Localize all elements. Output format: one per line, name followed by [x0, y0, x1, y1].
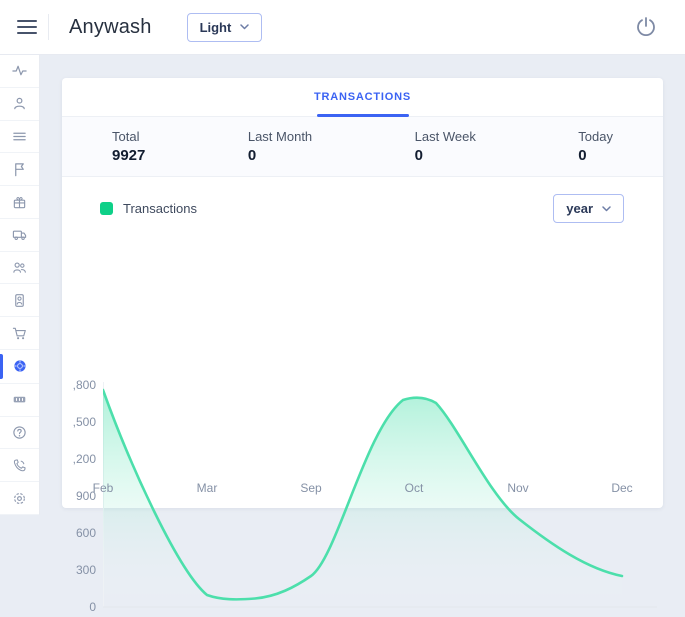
sidebar-item-list[interactable]	[0, 121, 39, 154]
stat-last-week: Last Week 0	[415, 129, 476, 164]
hamburger-menu-icon[interactable]	[17, 16, 37, 38]
x-tick-feb: Feb	[83, 481, 123, 495]
stat-total: Total 9927	[112, 129, 145, 164]
sidebar-item-flag[interactable]	[0, 153, 39, 186]
y-tick-300: 300	[60, 562, 96, 578]
sidebar-item-activity[interactable]	[0, 55, 39, 88]
power-logout-icon[interactable]	[634, 15, 658, 39]
y-tick-1200: ,200	[60, 451, 96, 467]
sidebar-item-truck[interactable]	[0, 219, 39, 252]
area-fill	[103, 390, 622, 607]
app-title: Anywash	[69, 16, 152, 39]
topbar-divider	[48, 14, 49, 40]
stat-last-week-label: Last Week	[415, 129, 476, 144]
stat-last-month: Last Month 0	[248, 129, 312, 164]
list-icon	[12, 129, 27, 144]
phone-call-icon	[12, 458, 27, 473]
stats-row: Total 9927 Last Month 0 Last Week 0 Toda…	[62, 117, 663, 177]
stat-today: Today 0	[578, 129, 613, 164]
tab-active-underline	[317, 114, 409, 117]
help-circle-icon	[12, 425, 27, 440]
user-badge-icon	[12, 293, 27, 308]
stat-last-month-label: Last Month	[248, 129, 312, 144]
stat-last-month-value: 0	[248, 147, 312, 164]
stat-today-label: Today	[578, 129, 613, 144]
activity-icon	[12, 63, 27, 78]
chevron-down-icon	[602, 206, 611, 212]
sidebar	[0, 55, 40, 515]
legend-label: Transactions	[123, 201, 197, 216]
sidebar-item-cart[interactable]	[0, 317, 39, 350]
theme-dropdown-value: Light	[200, 20, 232, 35]
x-tick-sep: Sep	[291, 481, 331, 495]
transactions-panel: TRANSACTIONS Total 9927 Last Month 0 Las…	[62, 78, 663, 508]
tab-transactions[interactable]: TRANSACTIONS	[302, 78, 423, 116]
sidebar-item-help[interactable]	[0, 417, 39, 450]
sidebar-item-user[interactable]	[0, 88, 39, 121]
flag-icon	[12, 162, 27, 177]
stat-total-value: 9927	[112, 147, 145, 164]
chart-header: Transactions year	[62, 177, 663, 223]
transactions-area-chart: ,800 ,500 ,200 900 600 300 0	[62, 231, 663, 501]
legend-swatch-transactions	[100, 202, 113, 215]
user-icon	[12, 96, 27, 111]
gear-icon	[12, 491, 27, 506]
users-group-icon	[12, 260, 27, 275]
stat-total-label: Total	[112, 129, 145, 144]
sidebar-item-users-group[interactable]	[0, 252, 39, 285]
stat-last-week-value: 0	[415, 147, 476, 164]
sidebar-item-user-badge[interactable]	[0, 284, 39, 317]
cash-register-icon	[12, 392, 27, 407]
x-tick-mar: Mar	[187, 481, 227, 495]
range-dropdown[interactable]: year	[553, 194, 624, 223]
tab-transactions-label: TRANSACTIONS	[314, 91, 411, 103]
tabs-bar: TRANSACTIONS	[62, 78, 663, 117]
sidebar-item-settings[interactable]	[0, 482, 39, 515]
topbar: Anywash Light	[0, 0, 685, 55]
x-tick-nov: Nov	[498, 481, 538, 495]
truck-icon	[12, 227, 27, 242]
y-tick-600: 600	[60, 525, 96, 541]
y-tick-1800: ,800	[60, 377, 96, 393]
gift-icon	[12, 195, 27, 210]
cart-icon	[12, 326, 27, 341]
y-tick-0: 0	[60, 599, 96, 615]
chart-legend: Transactions	[100, 201, 197, 216]
x-tick-oct: Oct	[394, 481, 434, 495]
theme-dropdown[interactable]: Light	[187, 13, 263, 42]
x-tick-dec: Dec	[602, 481, 642, 495]
sidebar-item-gift[interactable]	[0, 186, 39, 219]
stat-today-value: 0	[578, 147, 613, 164]
chevron-down-icon	[240, 24, 249, 30]
sidebar-item-transactions[interactable]	[0, 350, 39, 384]
sidebar-item-phone[interactable]	[0, 449, 39, 482]
transactions-icon	[12, 358, 28, 374]
y-tick-1500: ,500	[60, 414, 96, 430]
active-indicator	[0, 354, 3, 379]
range-dropdown-value: year	[566, 201, 593, 216]
sidebar-item-cash-register[interactable]	[0, 384, 39, 417]
